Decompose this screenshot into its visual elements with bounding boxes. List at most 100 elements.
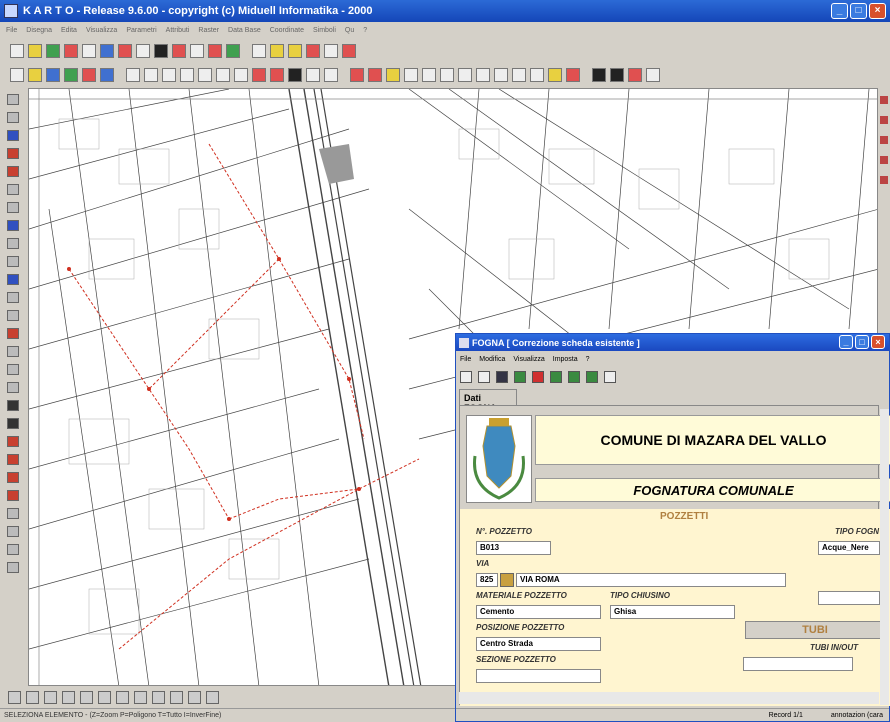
- delete-icon[interactable]: [82, 68, 96, 82]
- symbol-b-icon[interactable]: [288, 44, 302, 58]
- refresh-icon[interactable]: [116, 690, 129, 704]
- via-code-field[interactable]: 825: [476, 573, 498, 587]
- measure-zoom-icon[interactable]: [206, 690, 219, 704]
- menu-qu[interactable]: Qu: [345, 27, 354, 34]
- grid-zoom-icon[interactable]: [170, 690, 183, 704]
- record-icon[interactable]: [386, 68, 400, 82]
- rotate-icon[interactable]: [7, 202, 19, 213]
- page-8-icon[interactable]: [530, 68, 544, 82]
- print-icon[interactable]: [100, 44, 114, 58]
- page-3-icon[interactable]: [440, 68, 454, 82]
- page-6-icon[interactable]: [494, 68, 508, 82]
- pen-icon[interactable]: [350, 68, 364, 82]
- print-record-icon[interactable]: [514, 371, 526, 383]
- font-b-icon[interactable]: [610, 68, 624, 82]
- save-icon[interactable]: [46, 68, 60, 82]
- zoom-prev-icon[interactable]: [80, 690, 93, 704]
- layer-icon[interactable]: [46, 44, 60, 58]
- rect-icon[interactable]: [162, 68, 176, 82]
- dialog-menu-imposta[interactable]: Imposta: [553, 356, 578, 363]
- layer-r1-icon[interactable]: [880, 96, 888, 104]
- scissors-icon[interactable]: [7, 382, 19, 393]
- menu-edita[interactable]: Edita: [61, 27, 77, 34]
- target-icon[interactable]: [208, 44, 222, 58]
- settings-icon[interactable]: [118, 44, 132, 58]
- maximize-button[interactable]: □: [850, 3, 867, 19]
- gear3-icon[interactable]: [7, 544, 19, 555]
- zoom-window-icon[interactable]: [44, 690, 57, 704]
- dialog-maximize-button[interactable]: □: [855, 335, 869, 349]
- save-record-icon[interactable]: [496, 371, 508, 383]
- move-icon[interactable]: [7, 112, 19, 123]
- n-pozzetto-field[interactable]: B013: [476, 541, 551, 555]
- binoculars-icon[interactable]: [7, 400, 19, 411]
- menu-file[interactable]: File: [6, 27, 17, 34]
- font-c-icon[interactable]: [628, 68, 642, 82]
- map-icon[interactable]: [64, 44, 78, 58]
- snap-icon[interactable]: [324, 68, 338, 82]
- pencil-icon[interactable]: [7, 94, 19, 105]
- tipo-chiusino-field[interactable]: Ghisa: [610, 605, 735, 619]
- page-1-icon[interactable]: [404, 68, 418, 82]
- gear-small-icon[interactable]: [7, 508, 19, 519]
- ellipse-icon[interactable]: [216, 68, 230, 82]
- dialog-menu-modifica[interactable]: Modifica: [479, 356, 505, 363]
- line-icon[interactable]: [126, 68, 140, 82]
- menu-coordinate[interactable]: Coordinate: [270, 27, 304, 34]
- layer-r4-icon[interactable]: [880, 156, 888, 164]
- tubi-inout-field[interactable]: [743, 657, 853, 671]
- posizione-field[interactable]: Centro Strada: [476, 637, 601, 651]
- help-icon[interactable]: [252, 44, 266, 58]
- hatch-icon[interactable]: [270, 68, 284, 82]
- extend-icon[interactable]: [7, 292, 19, 303]
- open-icon[interactable]: [10, 68, 24, 82]
- trim-icon[interactable]: [7, 274, 19, 285]
- info-icon[interactable]: [7, 220, 19, 231]
- sezione-field[interactable]: [476, 669, 601, 683]
- layers-icon[interactable]: [64, 68, 78, 82]
- menu-help[interactable]: ?: [363, 27, 367, 34]
- fill-icon[interactable]: [252, 68, 266, 82]
- tubi-extra-field[interactable]: [818, 591, 880, 605]
- materiale-field[interactable]: Cemento: [476, 605, 601, 619]
- dialog-menu-help[interactable]: ?: [586, 356, 590, 363]
- dialog-minimize-button[interactable]: _: [839, 335, 853, 349]
- cut-icon[interactable]: [7, 364, 19, 375]
- stack-icon[interactable]: [7, 472, 19, 483]
- curve-icon[interactable]: [234, 68, 248, 82]
- circle-icon[interactable]: [144, 68, 158, 82]
- gear2-icon[interactable]: [7, 526, 19, 537]
- menu-database[interactable]: Data Base: [228, 27, 261, 34]
- edit-node-icon[interactable]: [7, 148, 19, 159]
- menu-simboli[interactable]: Simboli: [313, 27, 336, 34]
- zoom-icon[interactable]: [7, 256, 19, 267]
- coordinate-icon[interactable]: [172, 44, 186, 58]
- help-pointer-icon[interactable]: [604, 371, 616, 383]
- nav-prev-icon[interactable]: [568, 371, 580, 383]
- text-tool-icon[interactable]: [288, 68, 302, 82]
- text-icon[interactable]: [324, 44, 338, 58]
- page-4-icon[interactable]: [458, 68, 472, 82]
- font-a-icon[interactable]: [592, 68, 606, 82]
- fill-tool-icon[interactable]: [7, 166, 19, 177]
- dimension-icon[interactable]: [306, 68, 320, 82]
- symbol-a-icon[interactable]: [270, 44, 284, 58]
- new-icon[interactable]: [10, 44, 24, 58]
- page-7-icon[interactable]: [512, 68, 526, 82]
- text-a-icon[interactable]: [7, 418, 19, 429]
- vertical-scrollbar[interactable]: [880, 409, 889, 705]
- page-2-icon[interactable]: [422, 68, 436, 82]
- stop-icon[interactable]: [532, 371, 544, 383]
- symbol-c-icon[interactable]: [306, 44, 320, 58]
- box-icon[interactable]: [7, 346, 19, 357]
- paint-icon[interactable]: [7, 328, 19, 339]
- menu-visualizza[interactable]: Visualizza: [86, 27, 117, 34]
- panel-icon[interactable]: [7, 562, 19, 573]
- dialog-menu-visualizza[interactable]: Visualizza: [513, 356, 544, 363]
- delete-record-icon[interactable]: [478, 371, 490, 383]
- layer-r5-icon[interactable]: [880, 176, 888, 184]
- redraw-icon[interactable]: [134, 690, 147, 704]
- polygon-icon[interactable]: [180, 68, 194, 82]
- database-icon[interactable]: [154, 44, 168, 58]
- horizontal-scrollbar[interactable]: [459, 692, 879, 704]
